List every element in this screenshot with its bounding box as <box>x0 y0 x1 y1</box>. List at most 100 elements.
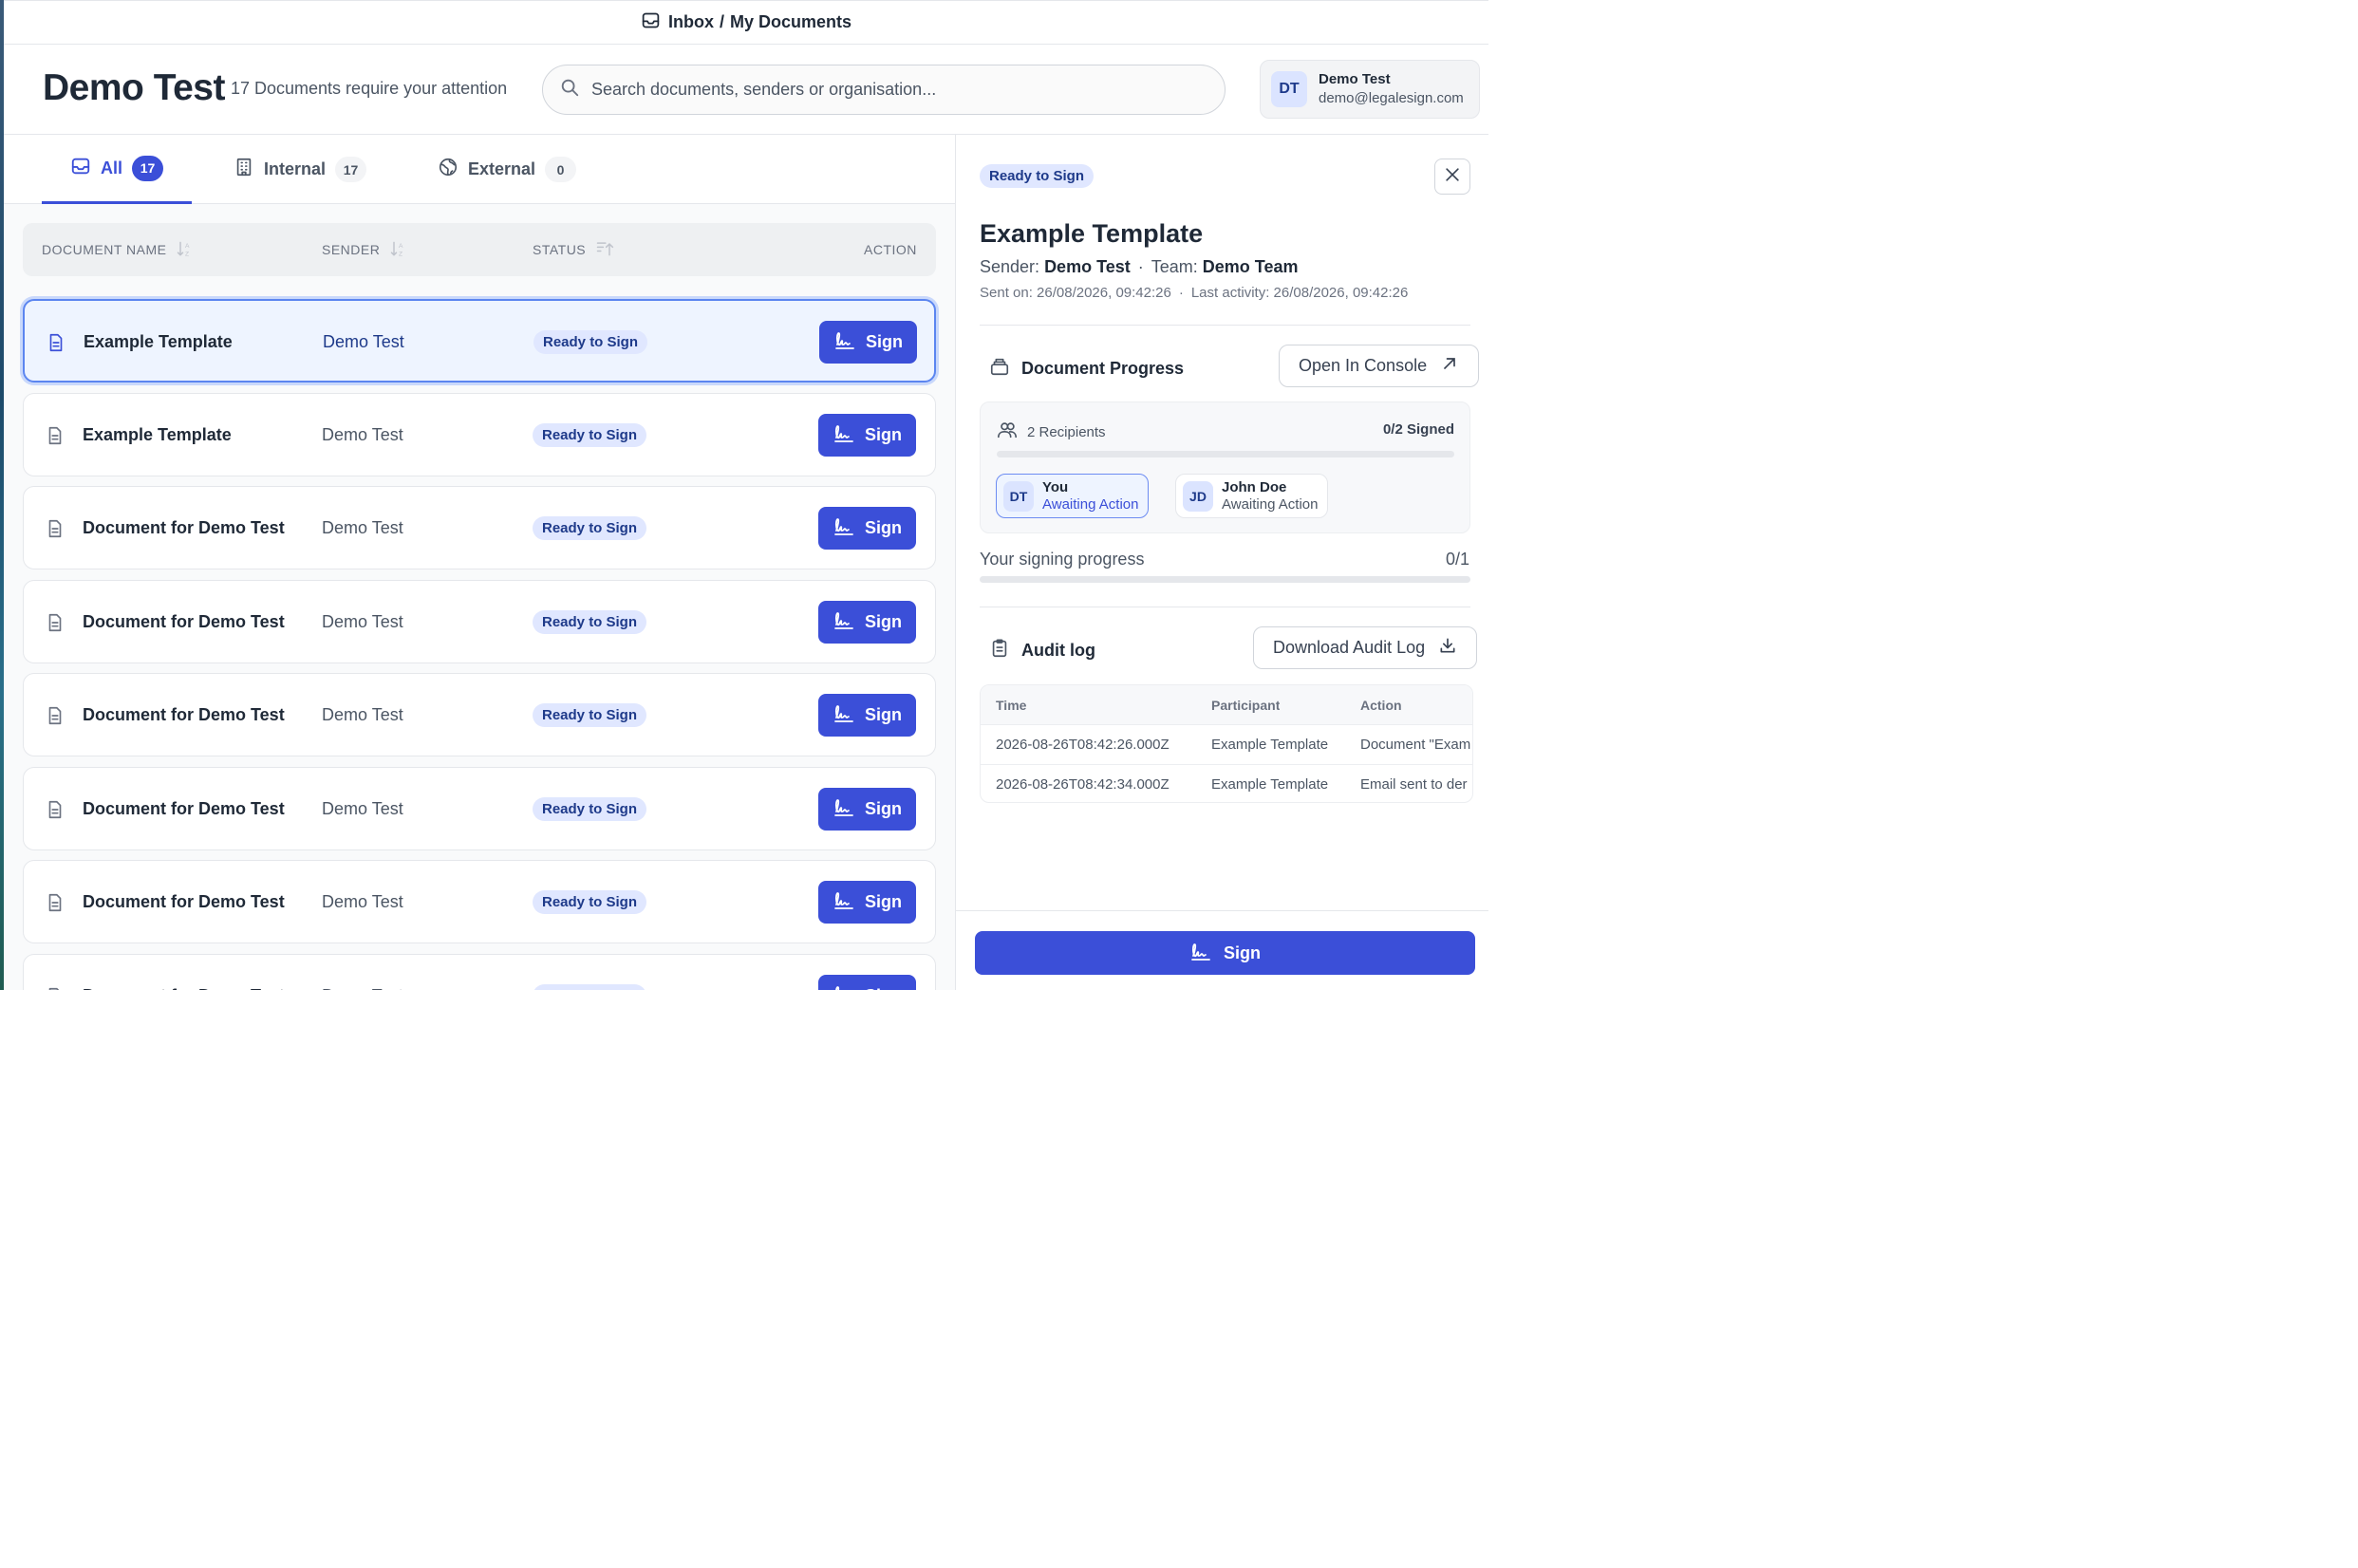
document-name: Example Template <box>83 424 232 444</box>
tab-internal[interactable]: Internal 17 <box>205 135 395 204</box>
sort-icon[interactable]: AZ <box>176 239 195 261</box>
tab-label: External <box>468 159 536 178</box>
signing-progress-label: Your signing progress <box>980 550 1145 569</box>
table-row[interactable]: Document for Demo Test Demo Test Ready to … <box>23 673 936 756</box>
clipboard-icon <box>989 638 1010 663</box>
count-badge: 0 <box>545 157 577 182</box>
audit-table-header: Time Participant Action <box>981 685 1472 724</box>
breadcrumb-root[interactable]: Inbox <box>668 12 714 31</box>
count-badge: 17 <box>132 155 164 181</box>
search-icon <box>559 77 591 103</box>
status-badge: Ready to Sign <box>533 609 647 634</box>
signature-icon <box>833 421 855 449</box>
column-header-label: STATUS <box>533 242 587 257</box>
signature-icon <box>833 888 855 916</box>
sign-button[interactable]: Sign <box>818 881 916 924</box>
audit-column-action: Action <box>1360 697 1402 713</box>
sort-icon[interactable]: AZ <box>389 239 408 261</box>
table-row[interactable]: Document for Demo Test Demo Test Ready to … <box>23 579 936 663</box>
sign-button-label: Sign <box>865 424 902 444</box>
sign-button[interactable]: Sign <box>818 787 916 831</box>
sign-button[interactable]: Sign <box>819 321 917 364</box>
audit-action: Email sent to der <box>1360 776 1468 793</box>
document-icon <box>45 892 66 913</box>
sign-button[interactable]: Sign <box>975 931 1475 975</box>
sort-icon[interactable] <box>595 239 614 261</box>
table-row[interactable]: Example Template Demo Test Ready to Sign Si… <box>23 392 936 476</box>
table-row[interactable]: Example Template Demo Test Ready to Sign Si… <box>23 299 936 383</box>
download-audit-log-label: Download Audit Log <box>1273 638 1426 657</box>
sign-button[interactable]: Sign <box>818 507 916 550</box>
sign-button[interactable]: Sign <box>818 413 916 457</box>
sender-name: Demo Test <box>322 705 403 724</box>
table-row[interactable]: Document for Demo Test Demo Test Ready to … <box>23 766 936 850</box>
sign-button[interactable]: Sign <box>818 694 916 737</box>
recipient-chip-you[interactable]: DT You Awaiting Action <box>996 474 1150 518</box>
download-audit-log-button[interactable]: Download Audit Log <box>1253 626 1478 669</box>
sign-button[interactable]: Sign <box>818 974 916 991</box>
sender-name: Demo Test <box>322 424 403 444</box>
close-button[interactable] <box>1434 159 1470 195</box>
sender-name: Demo Test <box>322 986 403 991</box>
recipient-chip-john-doe[interactable]: JD John Doe Awaiting Action <box>1175 474 1329 518</box>
signature-icon <box>833 608 855 636</box>
column-header-status[interactable]: STATUS <box>533 223 614 276</box>
signature-icon <box>1189 940 1212 967</box>
users-icon <box>997 420 1018 444</box>
signing-progress-value: 0/1 <box>1445 550 1469 569</box>
open-in-console-button[interactable]: Open In Console <box>1279 345 1480 387</box>
table-row[interactable]: Document for Demo Test Demo Test Ready to … <box>23 953 936 991</box>
column-header-document-name[interactable]: DOCUMENT NAME AZ <box>42 223 195 276</box>
open-in-console-label: Open In Console <box>1299 356 1428 375</box>
status-badge: Ready to Sign <box>533 330 648 354</box>
sender-name: Demo Test <box>1044 257 1131 276</box>
download-icon <box>1438 636 1457 660</box>
signed-count: 0/2 Signed <box>1382 421 1454 438</box>
column-header-label: ACTION <box>864 242 917 257</box>
section-title: Document Progress <box>1021 359 1185 378</box>
sign-button-label: Sign <box>865 518 902 537</box>
sign-button[interactable]: Sign <box>818 600 916 644</box>
table-row[interactable]: Document for Demo Test Demo Test Ready to … <box>23 486 936 569</box>
signature-icon <box>833 795 855 823</box>
user-email: demo@legalesign.com <box>1319 90 1464 106</box>
sign-button-label: Sign <box>865 798 902 818</box>
document-progress-heading: Document Progress <box>989 356 1184 382</box>
document-name: Document for Demo Test <box>83 986 285 991</box>
sign-button-label: Sign <box>865 892 902 911</box>
user-name: Demo Test <box>1319 71 1391 87</box>
status-badge: Ready to Sign <box>980 164 1095 188</box>
recipients-count: 2 Recipients <box>997 420 1106 444</box>
document-list-pane: All 17 Internal 17 External 0 DOCUMENT N… <box>4 135 956 990</box>
sign-button-label: Sign <box>865 986 902 991</box>
audit-participant: Example Template <box>1211 737 1329 753</box>
status-badge: Ready to Sign <box>533 422 647 447</box>
status-badge: Ready to Sign <box>533 983 647 990</box>
sign-button-label: Sign <box>1224 943 1261 962</box>
user-menu[interactable]: DT Demo Test demo@legalesign.com <box>1260 60 1480 119</box>
tab-all[interactable]: All 17 <box>42 135 193 204</box>
divider <box>980 325 1470 326</box>
document-meta: Sender: Demo Test · Team: Demo Team <box>980 257 1299 277</box>
document-icon <box>45 986 66 990</box>
signature-icon <box>833 701 855 729</box>
recipient-status: Awaiting Action <box>1222 495 1319 513</box>
svg-text:A: A <box>185 243 190 250</box>
status-badge: Ready to Sign <box>533 516 647 540</box>
table-row[interactable]: Document for Demo Test Demo Test Ready to … <box>23 860 936 943</box>
tab-external[interactable]: External 0 <box>409 135 605 204</box>
inbox-icon <box>641 10 661 35</box>
search-box[interactable] <box>542 65 1226 115</box>
separator-dot: · <box>1137 257 1144 276</box>
sent-on: Sent on: 26/08/2026, 09:42:26 <box>980 285 1171 301</box>
column-header-label: SENDER <box>322 242 381 257</box>
recipient-status: Awaiting Action <box>1042 495 1139 513</box>
column-header-sender[interactable]: SENDER AZ <box>322 223 408 276</box>
document-icon <box>45 705 66 726</box>
document-title: Example Template <box>980 219 1204 248</box>
signing-progress-bar <box>980 576 1470 583</box>
table-header: DOCUMENT NAME AZ SENDER AZ STATUS ACTION <box>23 223 936 276</box>
search-input[interactable] <box>591 80 1199 100</box>
svg-text:Z: Z <box>185 251 189 257</box>
breadcrumb-separator: / <box>719 12 724 31</box>
